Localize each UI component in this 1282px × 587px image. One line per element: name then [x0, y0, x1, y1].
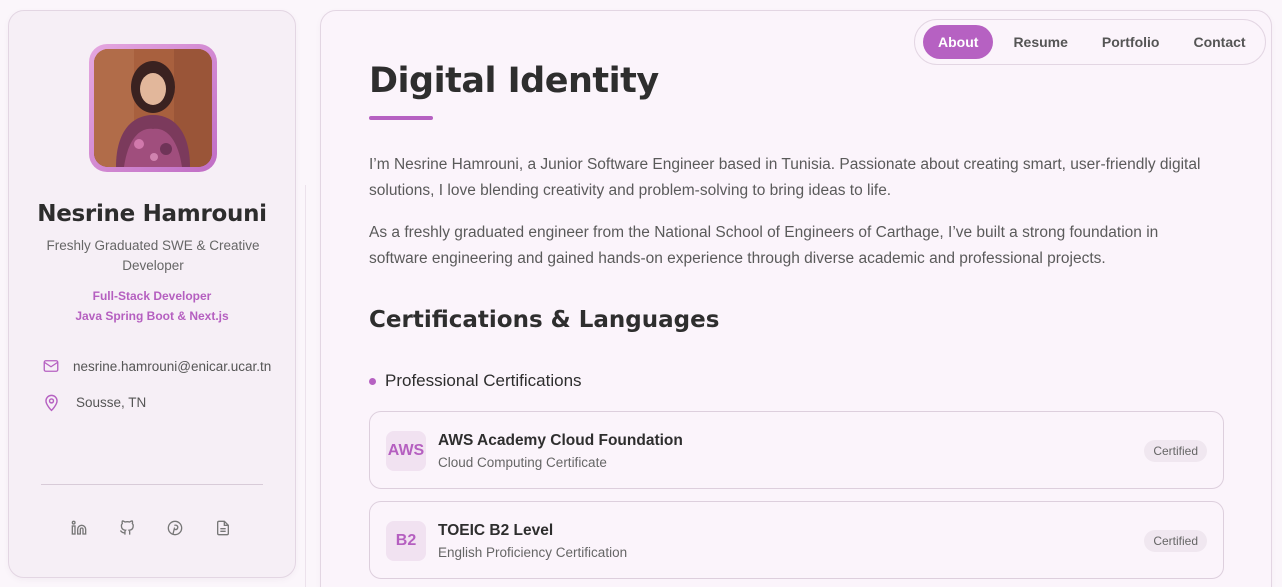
cert-title: AWS Academy Cloud Foundation: [438, 432, 683, 449]
tab-resume[interactable]: Resume: [997, 25, 1083, 59]
github-icon[interactable]: [117, 518, 137, 538]
cert-badge: B2: [386, 521, 426, 561]
tab-about[interactable]: About: [923, 25, 994, 59]
sidebar-divider: [41, 484, 263, 485]
contact-location: Sousse, TN: [41, 392, 146, 412]
linkedin-icon[interactable]: [69, 518, 89, 538]
page-title: Digital Identity: [369, 61, 659, 101]
bullet-dot: [369, 377, 376, 385]
email-text: nesrine.hamrouni@enicar.ucar.tn: [73, 358, 272, 374]
title-underline: [369, 116, 433, 120]
about-paragraph-1: I’m Nesrine Hamrouni, a Junior Software …: [369, 156, 1201, 199]
contact-email[interactable]: nesrine.hamrouni@enicar.ucar.tn: [41, 356, 271, 376]
status-badge: Certified: [1144, 530, 1207, 552]
profile-tagline: Freshly Graduated SWE & Creative Develop…: [46, 238, 260, 273]
avatar: [89, 44, 217, 172]
cert-badge: AWS: [386, 431, 426, 471]
subsection-title: Professional Certifications: [385, 371, 582, 390]
status-badge: Certified: [1144, 440, 1207, 462]
about-paragraph-2: As a freshly graduated engineer from the…: [369, 224, 1159, 267]
profile-stack: Java Spring Boot & Next.js: [75, 309, 229, 323]
certifications-section-title: Certifications & Languages: [369, 307, 720, 333]
social-links: [69, 518, 233, 538]
tab-contact[interactable]: Contact: [1177, 25, 1261, 59]
pinterest-icon[interactable]: [165, 518, 185, 538]
cert-subtitle: English Proficiency Certification: [438, 545, 628, 560]
cert-subtitle: Cloud Computing Certificate: [438, 455, 607, 470]
location-text: Sousse, TN: [76, 394, 147, 410]
map-pin-icon: [41, 392, 61, 412]
professional-certifications-heading: Professional Certifications: [369, 371, 582, 391]
layout-separator: [305, 185, 306, 587]
profile-sidebar: Nesrine Hamrouni Freshly Graduated SWE &…: [8, 10, 296, 578]
profile-role: Full-Stack Developer: [92, 289, 212, 303]
top-nav: About Resume Portfolio Contact: [914, 19, 1266, 65]
main-content: About Resume Portfolio Contact Digital I…: [320, 10, 1272, 587]
certification-card: B2 TOEIC B2 Level English Proficiency Ce…: [369, 501, 1224, 579]
document-icon[interactable]: [213, 518, 233, 538]
tab-portfolio[interactable]: Portfolio: [1086, 25, 1176, 59]
avatar-photo: [94, 49, 212, 167]
mail-icon: [41, 356, 61, 376]
profile-name: Nesrine Hamrouni: [37, 201, 267, 227]
cert-title: TOEIC B2 Level: [438, 522, 554, 539]
certification-card: AWS AWS Academy Cloud Foundation Cloud C…: [369, 411, 1224, 489]
